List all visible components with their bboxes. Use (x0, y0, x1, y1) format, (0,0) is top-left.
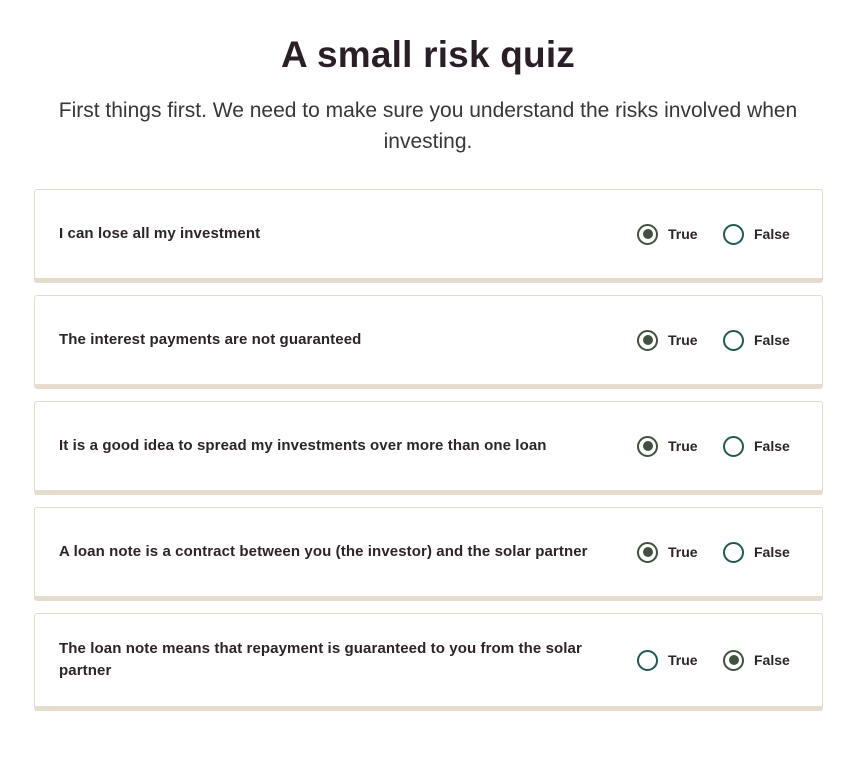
true-radio[interactable] (637, 541, 658, 563)
true-radio[interactable] (637, 435, 658, 457)
question-text: The interest payments are not guaranteed (59, 331, 362, 348)
true-radio[interactable] (637, 649, 658, 671)
true-label: True (668, 332, 698, 348)
question-text: It is a good idea to spread my investmen… (59, 437, 547, 454)
false-radio[interactable] (723, 435, 744, 457)
true-label: True (668, 226, 698, 242)
false-label: False (754, 332, 790, 348)
page-title: A small risk quiz (280, 34, 576, 75)
true-radio[interactable] (637, 223, 658, 245)
answer-false-option[interactable]: False (723, 541, 790, 563)
answer-false-option[interactable]: False (723, 329, 790, 351)
answer-false-option[interactable]: False (723, 223, 790, 245)
answer-true-option[interactable]: True (637, 223, 723, 245)
answer-radio-group: True False (637, 223, 790, 245)
answer-true-option[interactable]: True (637, 649, 723, 671)
false-radio[interactable] (723, 541, 744, 563)
false-label: False (754, 226, 790, 242)
true-label: True (668, 652, 698, 668)
page-subtitle: First things first. We need to make sure… (58, 99, 798, 153)
quiz-question-card: The interest payments are not guaranteed… (34, 295, 823, 389)
false-radio[interactable] (723, 329, 744, 351)
false-label: False (754, 544, 790, 560)
false-label: False (754, 652, 790, 668)
answer-radio-group: True False (637, 649, 790, 671)
answer-radio-group: True False (637, 541, 790, 563)
false-radio[interactable] (723, 223, 744, 245)
answer-true-option[interactable]: True (637, 541, 723, 563)
true-radio[interactable] (637, 329, 658, 351)
quiz-question-card: It is a good idea to spread my investmen… (34, 401, 823, 495)
question-text: The loan note means that repayment is gu… (59, 640, 582, 679)
true-label: True (668, 544, 698, 560)
true-label: True (668, 438, 698, 454)
answer-radio-group: True False (637, 329, 790, 351)
false-label: False (754, 438, 790, 454)
quiz-question-card: The loan note means that repayment is gu… (34, 613, 823, 711)
answer-radio-group: True False (637, 435, 790, 457)
answer-true-option[interactable]: True (637, 435, 723, 457)
answer-false-option[interactable]: False (723, 649, 790, 671)
question-text: A loan note is a contract between you (t… (59, 543, 588, 560)
false-radio[interactable] (723, 649, 744, 671)
answer-false-option[interactable]: False (723, 435, 790, 457)
question-text: I can lose all my investment (59, 225, 261, 242)
quiz-question-card: A loan note is a contract between you (t… (34, 507, 823, 601)
quiz-question-card: I can lose all my investment True False (34, 189, 823, 283)
risk-quiz-list: I can lose all my investment True False … (34, 189, 823, 723)
answer-true-option[interactable]: True (637, 329, 723, 351)
